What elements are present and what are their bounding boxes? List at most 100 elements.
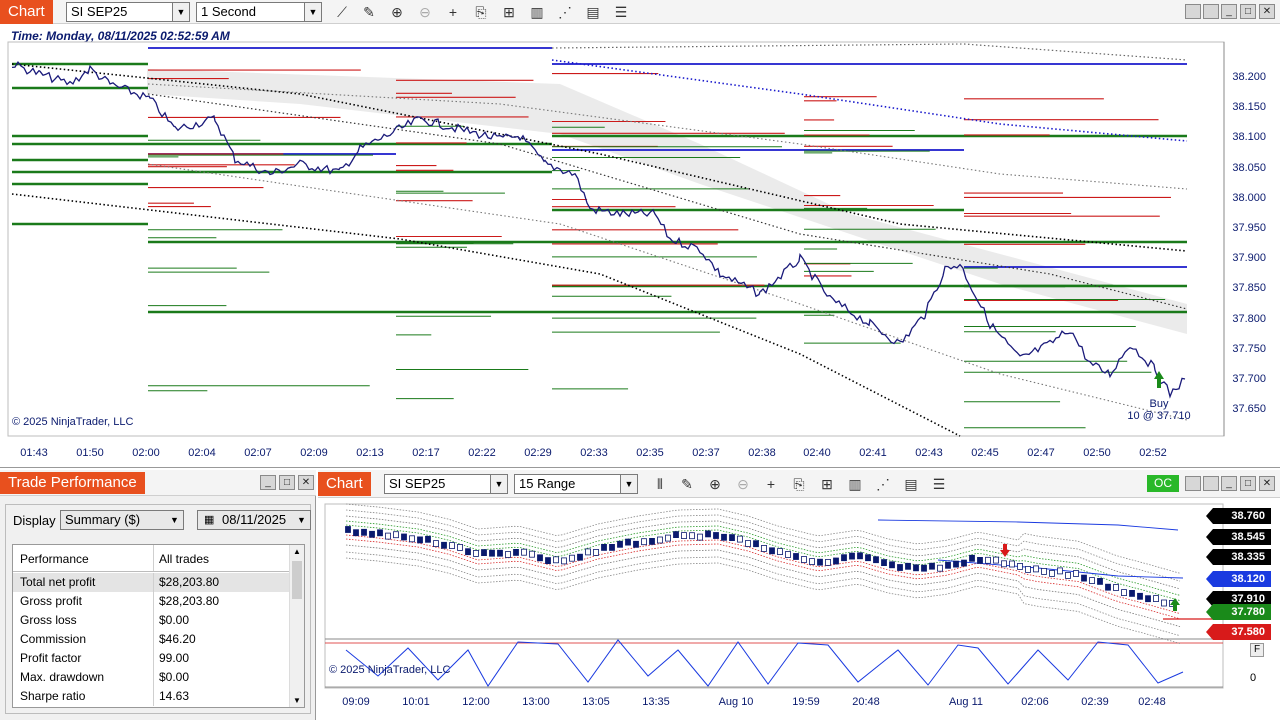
chevron-down-icon[interactable]: ▼ — [620, 475, 637, 493]
candle — [1145, 595, 1151, 603]
chevron-down-icon[interactable]: ▼ — [304, 3, 321, 21]
main-price-chart[interactable] — [0, 24, 1280, 468]
data-box-icon[interactable]: ▤ — [902, 475, 920, 493]
zoom-in-icon[interactable]: ⊕ — [388, 3, 406, 21]
table-row[interactable]: Commission $46.20 — [13, 630, 289, 649]
candle — [601, 544, 607, 551]
candle — [497, 549, 503, 557]
oc-badge[interactable]: OC — [1147, 475, 1179, 492]
table-row[interactable]: Gross profit $28,203.80 — [13, 592, 289, 611]
chevron-down-icon[interactable]: ▼ — [490, 475, 507, 493]
candle — [705, 530, 711, 538]
table-row[interactable]: Max. drawdown $0.00 — [13, 668, 289, 687]
time-axis-label: 02:47 — [1027, 447, 1055, 459]
zoom-out-icon[interactable]: ⊖ — [734, 475, 752, 493]
pencil-icon[interactable]: ✎ — [678, 475, 696, 493]
chevron-down-icon[interactable]: ▼ — [293, 511, 310, 529]
candle — [777, 548, 783, 555]
zoom-in-icon[interactable]: ⊕ — [706, 475, 724, 493]
vertical-scrollbar[interactable]: ▲ ▼ — [289, 545, 304, 707]
share-icon[interactable] — [1203, 476, 1219, 491]
candle — [1041, 568, 1047, 575]
minimize-button[interactable]: _ — [260, 475, 276, 490]
close-button[interactable]: ✕ — [298, 475, 314, 490]
pencil-icon[interactable]: ✎ — [360, 3, 378, 21]
candle — [937, 564, 943, 572]
close-button[interactable]: ✕ — [1259, 476, 1275, 491]
line-icon[interactable]: ⟋ — [333, 3, 351, 21]
candle — [1121, 589, 1127, 596]
templates-icon[interactable]: ⋰ — [874, 475, 892, 493]
tab-icon[interactable] — [1185, 4, 1201, 19]
perf-title-tab[interactable]: Trade Performance — [0, 472, 145, 494]
candle — [513, 549, 519, 556]
candle — [761, 545, 767, 552]
instrument-selector-2[interactable]: SI SEP25 ▼ — [384, 474, 508, 494]
secondary-price-chart[interactable] — [318, 500, 1280, 720]
table-row[interactable]: Gross loss $0.00 — [13, 611, 289, 630]
indicators-icon[interactable]: ▥ — [846, 475, 864, 493]
header-all-trades[interactable]: All trades — [159, 552, 209, 566]
chevron-down-icon[interactable]: ▼ — [166, 511, 183, 529]
chart-title-tab-2[interactable]: Chart — [318, 472, 371, 496]
scroll-thumb[interactable] — [292, 561, 302, 599]
interval-selector[interactable]: 1 Second ▼ — [196, 2, 322, 22]
close-button[interactable]: ✕ — [1259, 4, 1275, 19]
properties-icon[interactable]: ⎘ — [472, 3, 490, 21]
price-axis-label: 38.000 — [1232, 191, 1266, 204]
table-row[interactable]: Profit factor 99.00 — [13, 649, 289, 668]
properties-icon[interactable]: ⎘ — [790, 475, 808, 493]
data-box-icon[interactable]: ▤ — [584, 3, 602, 21]
candle — [809, 558, 815, 565]
oscillator-zero-label: 0 — [1250, 672, 1257, 684]
instrument-selector[interactable]: SI SEP25 ▼ — [66, 2, 190, 22]
candle — [617, 540, 623, 548]
table-row[interactable]: Total net profit $28,203.80 — [13, 573, 289, 592]
maximize-button[interactable]: □ — [279, 475, 295, 490]
maximize-button[interactable]: □ — [1240, 4, 1256, 19]
crosshair-icon[interactable]: + — [762, 475, 780, 493]
candle — [1033, 565, 1039, 573]
chart-title-tab[interactable]: Chart — [0, 0, 53, 24]
bar-type-icon[interactable]: ⫴ — [651, 475, 669, 493]
list-icon[interactable]: ☰ — [612, 3, 630, 21]
time-axis-label: 02:41 — [859, 447, 887, 459]
list-icon[interactable]: ☰ — [930, 475, 948, 493]
crosshair-icon[interactable]: + — [444, 3, 462, 21]
price-axis-label: 38.200 — [1232, 71, 1266, 83]
time-axis-label: 02:13 — [356, 447, 384, 459]
strategies-icon[interactable]: ⊞ — [500, 3, 518, 21]
tab-icon[interactable] — [1185, 476, 1201, 491]
table-row[interactable]: Sharpe ratio 14.63 — [13, 687, 289, 706]
buy-label-line1: Buy — [1149, 398, 1169, 410]
minimize-button[interactable]: _ — [1221, 476, 1237, 491]
date-picker[interactable]: ▦ 08/11/2025 ▼ — [197, 510, 311, 530]
price-tag: 37.780 — [1206, 604, 1271, 620]
interval-selector-2[interactable]: 15 Range ▼ — [514, 474, 638, 494]
performance-table[interactable]: Performance All trades Total net profit $… — [12, 544, 305, 708]
price-tag: 38.760 — [1206, 508, 1271, 524]
time-axis-label: 02:52 — [1139, 447, 1167, 459]
maximize-button[interactable]: □ — [1240, 476, 1256, 491]
candle — [545, 557, 551, 564]
header-performance[interactable]: Performance — [20, 552, 89, 566]
display-selector[interactable]: Summary ($) ▼ — [60, 510, 184, 530]
zoom-out-icon[interactable]: ⊖ — [416, 3, 434, 21]
candle — [753, 540, 759, 548]
row-label: Gross profit — [20, 594, 83, 608]
price-axis-label: 38.050 — [1232, 161, 1266, 174]
time-axis-label: 13:35 — [642, 696, 670, 708]
indicators-icon[interactable]: ▥ — [528, 3, 546, 21]
minimize-button[interactable]: _ — [1221, 4, 1237, 19]
scroll-down-icon[interactable]: ▼ — [293, 696, 301, 705]
share-icon[interactable] — [1203, 4, 1219, 19]
candle — [921, 564, 927, 572]
panel-f-button[interactable]: F — [1250, 643, 1264, 657]
templates-icon[interactable]: ⋰ — [556, 3, 574, 21]
chevron-down-icon[interactable]: ▼ — [172, 3, 189, 21]
time-axis-label: 02:04 — [188, 447, 216, 459]
time-axis-label: 02:07 — [244, 447, 272, 459]
candle — [881, 559, 887, 566]
scroll-up-icon[interactable]: ▲ — [293, 547, 301, 556]
strategies-icon[interactable]: ⊞ — [818, 475, 836, 493]
